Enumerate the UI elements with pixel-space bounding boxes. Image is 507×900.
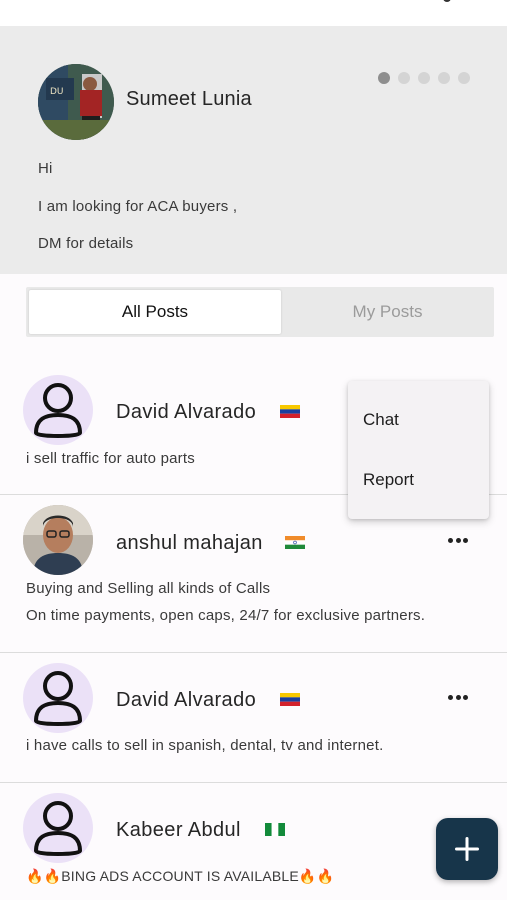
featured-author-name[interactable]: Sumeet Lunia (126, 88, 252, 111)
carousel-dot[interactable] (398, 72, 410, 84)
person-outline-icon[interactable] (23, 793, 93, 863)
featured-post-line: DM for details (38, 235, 134, 252)
featured-post-carousel[interactable]: DU Sumeet Lunia Hi I am looking for ACA … (0, 26, 507, 274)
carousel-page-indicator (378, 72, 470, 84)
tab-my-posts[interactable]: My Posts (284, 290, 491, 334)
post-author-name[interactable]: David Alvarado (116, 689, 256, 712)
carousel-dot[interactable] (378, 72, 390, 84)
plus-icon (455, 837, 479, 861)
community-feed-screen: DU Sumeet Lunia Hi I am looking for ACA … (0, 0, 507, 900)
top-app-bar (0, 0, 507, 26)
menu-item-chat[interactable]: Chat (363, 410, 399, 430)
tab-all-posts[interactable]: All Posts (29, 290, 281, 334)
post-card[interactable]: Kabeer Abdul 🔥🔥BING ADS ACCOUNT IS AVAIL… (0, 783, 507, 900)
more-options-icon[interactable] (444, 530, 472, 550)
post-text: On time payments, open caps, 24/7 for ex… (26, 607, 426, 624)
post-context-menu: Chat Report (348, 381, 489, 519)
post-author-name[interactable]: Kabeer Abdul (116, 819, 241, 842)
more-options-icon[interactable] (444, 687, 472, 707)
carousel-dot[interactable] (458, 72, 470, 84)
carousel-dot[interactable] (418, 72, 430, 84)
featured-author-avatar[interactable]: DU (38, 64, 114, 140)
top-bar-icon[interactable] (443, 0, 451, 2)
person-outline-icon[interactable] (23, 375, 93, 445)
menu-item-report[interactable]: Report (363, 470, 414, 490)
person-outline-icon[interactable] (23, 663, 93, 733)
post-author-name[interactable]: David Alvarado (116, 401, 256, 424)
posts-tab-bar: All Posts My Posts (26, 287, 494, 337)
user-photo-avatar[interactable] (23, 505, 93, 575)
post-card[interactable]: David Alvarado i have calls to sell in s… (0, 653, 507, 783)
india-flag-icon (285, 536, 305, 549)
create-post-button[interactable] (436, 818, 498, 880)
carousel-dot[interactable] (438, 72, 450, 84)
post-text: 🔥🔥BING ADS ACCOUNT IS AVAILABLE🔥🔥 (26, 868, 335, 884)
venezuela-flag-icon (280, 405, 300, 418)
featured-post-line: I am looking for ACA buyers , (38, 198, 238, 215)
post-text: i sell traffic for auto parts (26, 450, 195, 467)
post-text: i have calls to sell in spanish, dental,… (26, 737, 384, 754)
svg-text:DU: DU (50, 87, 64, 97)
featured-post-line: Hi (38, 160, 53, 177)
nigeria-flag-icon (265, 823, 285, 836)
post-author-name[interactable]: anshul mahajan (116, 532, 263, 555)
post-text: Buying and Selling all kinds of Calls (26, 580, 271, 597)
venezuela-flag-icon (280, 693, 300, 706)
